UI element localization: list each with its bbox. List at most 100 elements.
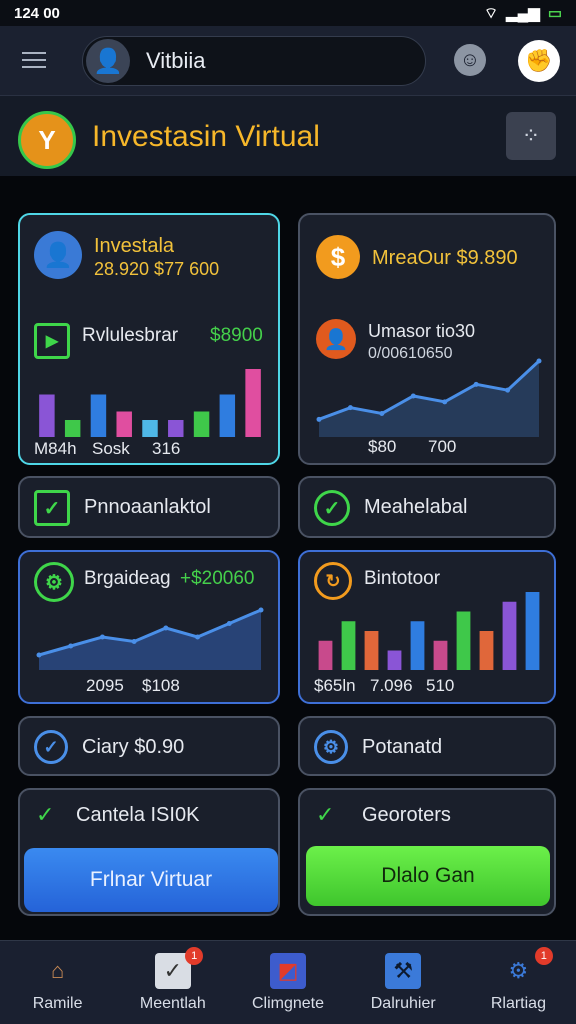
chart-bar	[387, 650, 402, 670]
brgaideag-card[interactable]: ⚙ Brgaideag +$20060 2095 $108	[18, 550, 280, 704]
axis-label: M84h	[34, 439, 77, 458]
georoters-card: ✓ Georoters Dlalo Gan	[298, 788, 556, 916]
chart-point	[442, 399, 448, 405]
card-title: Brgaideag	[84, 568, 171, 589]
tools-icon: ⚒	[385, 952, 422, 989]
chart-bar	[39, 394, 55, 437]
profile-pill[interactable]: 👤 Vitbiia	[82, 36, 426, 86]
chart-bar	[433, 640, 448, 670]
avatar: 👤	[86, 39, 130, 83]
nav-label: Climgnete	[251, 994, 325, 1012]
status-bar: 124 00 ⌔ ▂▄▆ ▭	[0, 0, 576, 26]
bintotoor-bar-chart	[318, 592, 540, 670]
more-options-button[interactable]: ⁘	[506, 112, 556, 160]
chart-point	[226, 621, 232, 626]
chart-point	[131, 639, 137, 644]
axis-label: 7.096	[370, 676, 413, 695]
chart-point	[258, 607, 264, 613]
menu-icon[interactable]	[22, 52, 46, 70]
chart-bar	[479, 631, 494, 670]
card-value: +$20060	[180, 568, 255, 589]
card-title: MreaOur $9.890	[372, 247, 518, 269]
signal-icon: ▂▄▆	[506, 5, 540, 22]
notification-badge: 1	[185, 947, 204, 965]
chart-point	[347, 405, 353, 411]
axis-label: $65ln	[314, 676, 356, 695]
chart-point	[505, 387, 511, 393]
card-subtitle: Umasor tio30	[368, 321, 476, 341]
chart-bar	[364, 631, 379, 670]
chart-bar	[502, 601, 517, 670]
chart-bar	[193, 411, 210, 437]
status-time: 124 00	[14, 4, 60, 22]
chart-bar	[168, 420, 184, 437]
nav-label: Dalruhier	[370, 994, 436, 1012]
smiley-icon[interactable]: ☺	[454, 44, 486, 76]
card-amounts: 28.920 $77 600	[94, 259, 220, 279]
investala-card[interactable]: 👤 Investala 28.920 $77 600 ▶ Rvlulesbrar…	[18, 213, 280, 465]
gear-icon: ⚙	[508, 957, 529, 983]
ciary-card[interactable]: ✓ Ciary $0.90	[18, 716, 280, 776]
check-icon: ✓	[316, 802, 335, 827]
chart-point	[163, 625, 169, 631]
axis-label: 2095	[86, 676, 124, 695]
card-label: Meahelabal	[364, 496, 468, 518]
nav-item-messages[interactable]: ✓ 1 Meentlah	[115, 941, 230, 1024]
dollar-icon: $	[316, 235, 360, 279]
axis-label: Sosk	[92, 439, 130, 458]
bintotoor-card[interactable]: ↻ Bintotoor $65ln 7.096 510	[298, 550, 556, 704]
home-icon: ⌂	[50, 957, 65, 983]
card-title: Bintotoor	[364, 568, 441, 589]
chart-point	[195, 634, 201, 640]
chart-bar	[318, 640, 333, 670]
axis-label: $108	[142, 676, 180, 695]
mreaour-card[interactable]: $ MreaOur $9.890 👤 Umasor tio30 0/006106…	[298, 213, 556, 465]
wifi-icon: ⌔	[484, 4, 499, 22]
chart-bar	[142, 420, 158, 437]
chart-bar	[219, 394, 236, 437]
check-icon: ✓	[34, 490, 70, 526]
nav-item-dalruhier[interactable]: ⚒ Dalruhier	[346, 941, 461, 1024]
axis-label: 510	[426, 676, 455, 695]
chart-bar	[64, 420, 81, 437]
top-bar: 👤 Vitbiia ☺ ✊	[0, 26, 576, 96]
mreaour-line-chart	[316, 358, 542, 437]
card-label: Georoters	[362, 804, 451, 826]
user-avatar[interactable]: ✊	[518, 40, 560, 82]
nav-label: Ramile	[32, 994, 83, 1012]
chart-bar	[116, 411, 132, 437]
chart-bar	[456, 611, 471, 670]
settings-icon: ⚙	[314, 730, 348, 764]
chart-point	[68, 643, 74, 649]
chart-card-icon: ◩	[270, 952, 306, 989]
chart-point	[536, 358, 542, 364]
chart-point	[316, 416, 322, 422]
check-circle-icon: ✓	[34, 730, 68, 764]
chart-bar	[90, 394, 107, 437]
battery-icon: ▭	[547, 5, 562, 22]
secondary-action-button[interactable]: Dlalo Gan	[306, 846, 550, 906]
page-title: Investasin Virtual	[92, 120, 320, 153]
nav-label: Rlartiag	[490, 994, 546, 1012]
pnnoaanlaktol-card[interactable]: ✓ Pnnoaanlaktol	[18, 476, 280, 538]
nav-item-climgnete[interactable]: ◩ Climgnete	[230, 941, 345, 1024]
meahelabal-card[interactable]: ✓ Meahelabal	[298, 476, 556, 538]
investala-bar-chart	[39, 369, 261, 437]
card-label: Pnnoaanlaktol	[84, 496, 211, 518]
play-icon: ▶	[34, 323, 70, 359]
investor-avatar-icon: 👤	[34, 231, 82, 279]
chart-bar	[410, 621, 425, 670]
card-subvalue: $8900	[210, 325, 263, 346]
axis-label: 700	[428, 437, 457, 456]
nav-item-home[interactable]: ⌂ Ramile	[0, 941, 115, 1024]
chart-area	[39, 610, 261, 670]
check-icon: ✓	[36, 802, 55, 827]
check-circle-icon: ✓	[314, 490, 350, 526]
nav-item-rlartiag[interactable]: ⚙ 1 Rlartiag	[461, 941, 576, 1024]
chart-bar	[341, 621, 356, 670]
card-label: Cantela ISI0K	[76, 804, 200, 826]
primary-action-button[interactable]: Frlnar Virtuar	[24, 848, 278, 912]
chart-point	[36, 652, 42, 658]
card-label: Ciary $0.90	[82, 736, 185, 758]
potanatd-card[interactable]: ⚙ Potanatd	[298, 716, 556, 776]
